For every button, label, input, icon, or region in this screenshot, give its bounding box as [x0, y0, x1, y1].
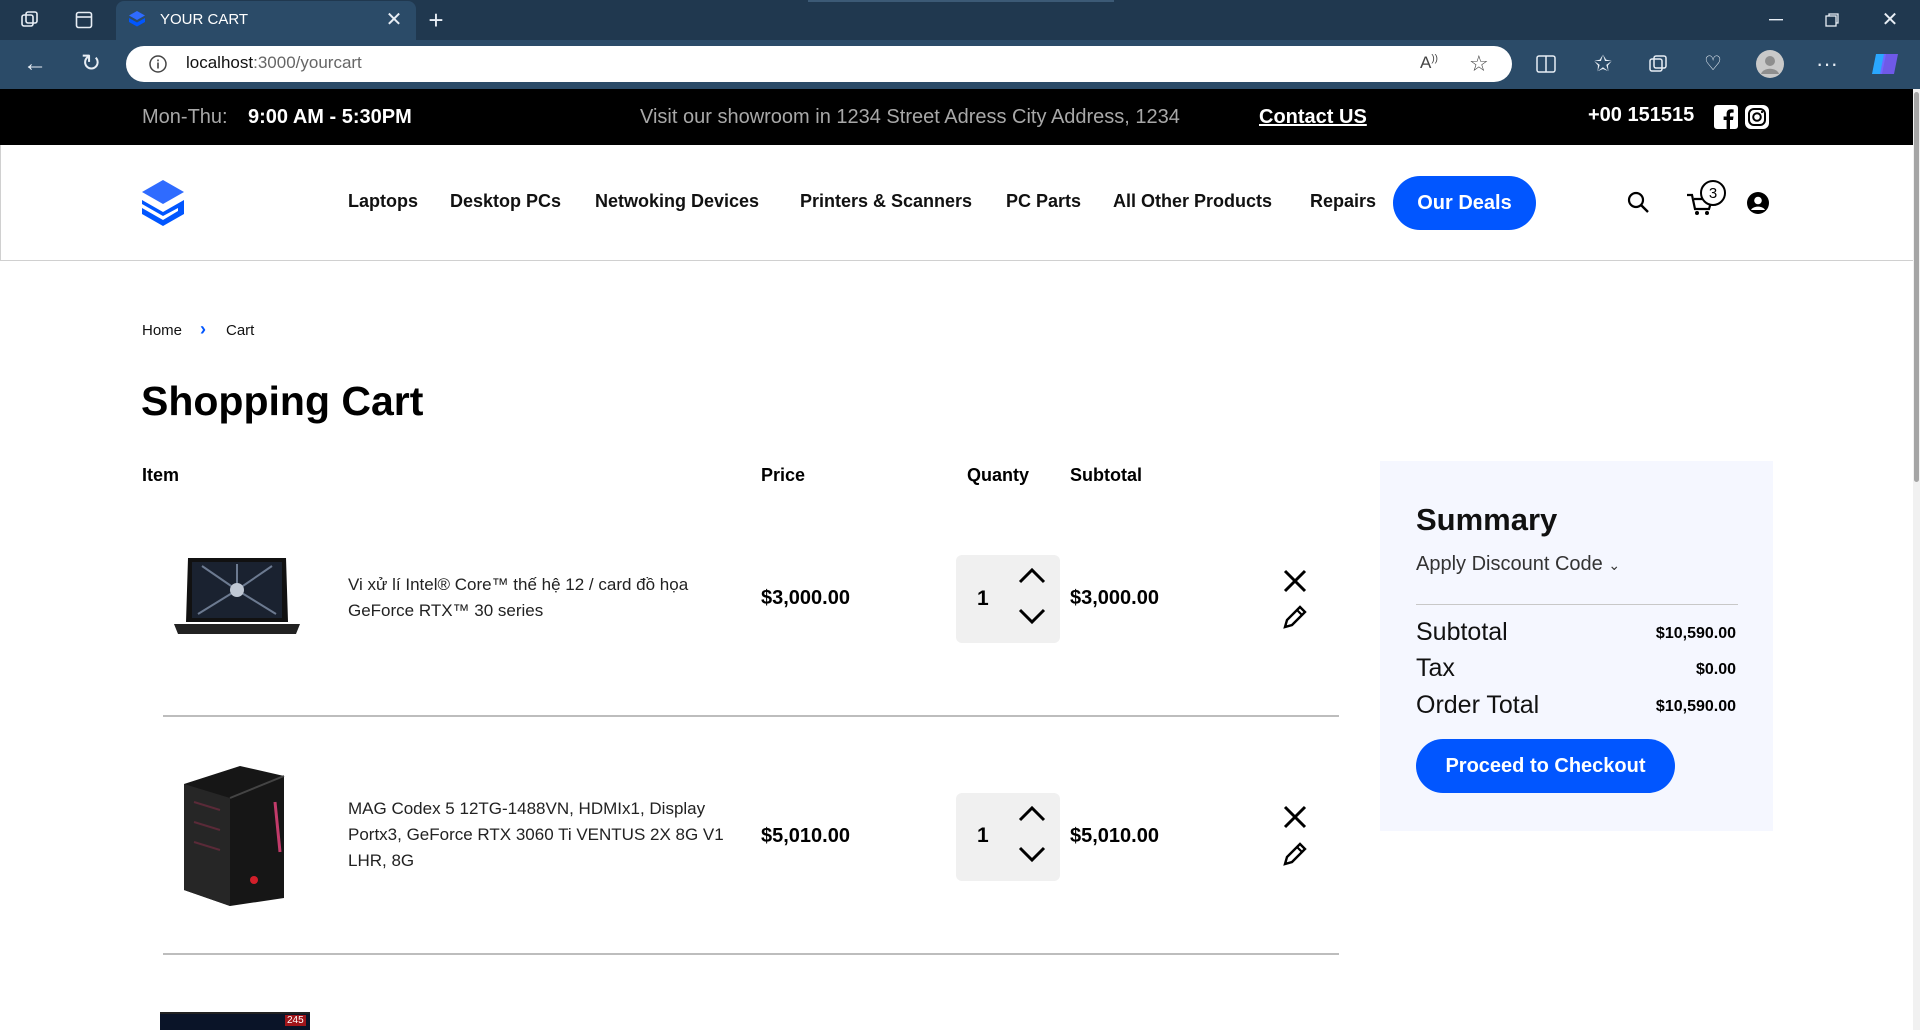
quantity-value[interactable]: 1	[977, 824, 989, 848]
contact-us-link[interactable]: Contact US	[1259, 106, 1367, 129]
close-tab-icon[interactable]: ✕	[384, 10, 404, 30]
nav-printers-scanners[interactable]: Printers & Scanners	[800, 191, 972, 212]
discount-code-toggle[interactable]: Apply Discount Code ⌄	[1416, 553, 1620, 576]
quantity-value[interactable]: 1	[977, 587, 989, 611]
quantity-up-icon[interactable]	[1018, 804, 1046, 822]
nav-all-other-products[interactable]: All Other Products	[1113, 191, 1272, 212]
summary-total-label: Order Total	[1416, 691, 1540, 719]
discount-code-label: Apply Discount Code	[1416, 553, 1603, 575]
row-divider	[163, 953, 1339, 955]
product-image-badge: 245	[285, 1015, 306, 1026]
copilot-icon[interactable]	[1870, 50, 1900, 78]
column-header-quantity: Quanty	[967, 465, 1030, 485]
column-header-item: Item	[142, 465, 180, 485]
item-description[interactable]: Vi xử lí Intel® Core™ thế hệ 12 / card đ…	[348, 572, 738, 624]
nav-repairs[interactable]: Repairs	[1310, 191, 1376, 212]
laptop-product-image[interactable]	[172, 556, 302, 638]
edit-item-icon[interactable]	[1281, 603, 1309, 631]
back-icon[interactable]: ←	[22, 52, 48, 76]
cart-count-badge: 3	[1700, 180, 1726, 206]
item-description[interactable]: MAG Codex 5 12TG-1488VN, HDMIx1, Display…	[348, 796, 738, 874]
summary-tax-value: $0.00	[1695, 661, 1736, 678]
phone-number: +00 151515	[1588, 104, 1695, 126]
favorites-icon[interactable]: ✩	[1590, 51, 1616, 77]
item-subtotal: $5,010.00	[1070, 825, 1159, 847]
item-price: $3,000.00	[761, 587, 850, 609]
edit-item-icon[interactable]	[1281, 840, 1309, 868]
profile-avatar-icon[interactable]	[1756, 50, 1784, 78]
column-header-price: Price	[761, 465, 806, 485]
summary-total-value: $10,590.00	[1655, 698, 1736, 715]
summary-tax-label: Tax	[1416, 654, 1455, 682]
read-aloud-icon[interactable]: A))	[1420, 53, 1438, 73]
tab-actions-icon[interactable]	[72, 9, 96, 31]
hours-label: Mon-Thu:	[142, 106, 228, 128]
page-title: Shopping Cart	[141, 378, 424, 424]
breadcrumb-current: Cart	[226, 322, 255, 339]
showroom-text: Visit our showroom in 1234 Street Adress…	[640, 106, 1180, 128]
facebook-icon[interactable]	[1714, 105, 1738, 129]
remove-item-icon[interactable]	[1283, 569, 1307, 593]
new-tab-icon[interactable]: +	[424, 7, 448, 33]
breadcrumb-chevron-icon: ›	[200, 319, 206, 339]
our-deals-button[interactable]: Our Deals	[1393, 176, 1536, 230]
column-header-subtotal: Subtotal	[1070, 465, 1142, 485]
row-divider	[163, 715, 1339, 717]
restore-icon[interactable]	[1820, 10, 1844, 30]
scrollbar-thumb[interactable]	[1914, 92, 1919, 482]
instagram-icon[interactable]	[1745, 105, 1769, 129]
more-menu-icon[interactable]: ···	[1814, 52, 1840, 76]
workspaces-icon[interactable]	[18, 9, 42, 31]
url-text[interactable]: localhost:3000/yourcart	[186, 53, 362, 73]
site-favicon-icon	[128, 10, 146, 28]
quantity-down-icon[interactable]	[1018, 608, 1046, 626]
hours-value: 9:00 AM - 5:30PM	[248, 106, 412, 128]
nav-pc-parts[interactable]: PC Parts	[1006, 191, 1081, 212]
nav-networking-devices[interactable]: Netwoking Devices	[595, 191, 759, 212]
nav-laptops[interactable]: Laptops	[348, 191, 418, 212]
summary-title: Summary	[1416, 502, 1558, 537]
close-window-icon[interactable]: ✕	[1878, 9, 1902, 31]
item-price: $5,010.00	[761, 825, 850, 847]
chevron-down-icon: ⌄	[1608, 557, 1621, 573]
proceed-to-checkout-button[interactable]: Proceed to Checkout	[1416, 739, 1675, 793]
quantity-up-icon[interactable]	[1018, 566, 1046, 584]
summary-subtotal-label: Subtotal	[1416, 618, 1508, 646]
favorite-star-icon[interactable]: ☆	[1469, 51, 1489, 77]
summary-subtotal-value: $10,590.00	[1655, 625, 1736, 642]
split-screen-icon[interactable]	[1534, 52, 1558, 76]
refresh-icon[interactable]: ↻	[78, 52, 104, 76]
item-subtotal: $3,000.00	[1070, 587, 1159, 609]
account-icon[interactable]	[1746, 191, 1770, 215]
summary-divider	[1416, 604, 1738, 605]
breadcrumb-home[interactable]: Home	[142, 322, 182, 339]
tab-title: YOUR CART	[160, 11, 249, 28]
desktop-pc-product-image[interactable]	[180, 762, 288, 908]
site-info-icon[interactable]	[148, 54, 168, 74]
drag-region	[808, 0, 1114, 2]
browser-essentials-icon[interactable]: ♡	[1700, 51, 1726, 77]
quantity-down-icon[interactable]	[1018, 846, 1046, 864]
search-icon[interactable]	[1626, 190, 1650, 214]
remove-item-icon[interactable]	[1283, 805, 1307, 829]
minimize-icon[interactable]	[1764, 10, 1788, 30]
site-logo[interactable]	[140, 178, 186, 230]
nav-desktop-pcs[interactable]: Desktop PCs	[450, 191, 561, 212]
collections-icon[interactable]	[1646, 52, 1670, 76]
